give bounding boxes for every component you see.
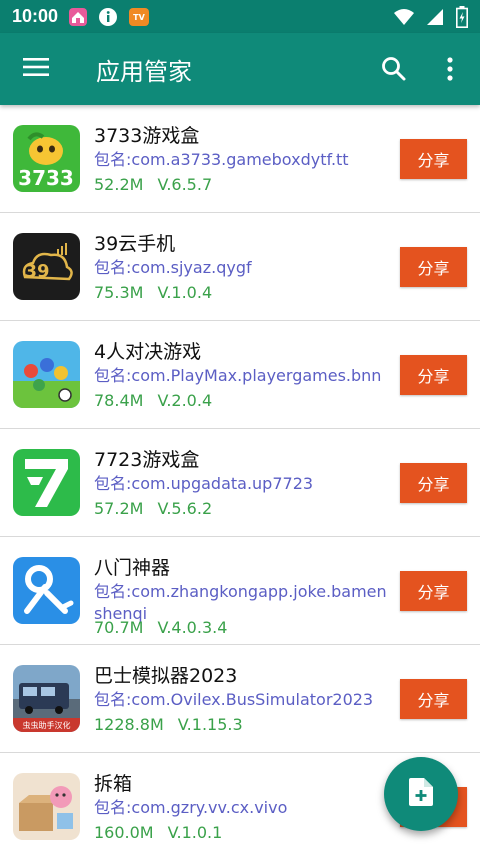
share-button[interactable]: 分享 [400, 679, 467, 719]
app-name: 3733游戏盒 [94, 125, 200, 147]
39-cloud-phone-icon: 39 [13, 233, 80, 300]
app-name: 八门神器 [94, 557, 171, 579]
menu-button[interactable] [0, 33, 72, 105]
app-meta: 78.4M V.2.0.4 [94, 391, 212, 410]
app-meta: 1228.8M V.1.15.3 [94, 715, 243, 734]
status-bar: 10:00 TV [0, 0, 480, 33]
app-size: 1228.8M [94, 715, 164, 734]
app-name: 39云手机 [94, 233, 176, 255]
info-icon [98, 7, 118, 27]
app-name: 4人对决游戏 [94, 341, 202, 363]
app-name: 7723游戏盒 [94, 449, 200, 471]
app-version: V.5.6.2 [157, 499, 213, 518]
app-name: 拆箱 [94, 773, 133, 795]
7723-game-box-icon [13, 449, 80, 516]
app-size: 70.7M [94, 618, 144, 637]
status-system-icons [394, 5, 468, 28]
app-version: V.1.0.1 [167, 823, 223, 842]
app-meta: 57.2M V.5.6.2 [94, 499, 212, 518]
four-player-game-icon [13, 341, 80, 408]
menu-icon [23, 57, 49, 81]
app-row: 3733 3733游戏盒 包名:com.a3733.gameboxdytf.tt… [0, 105, 480, 213]
battery-icon [456, 5, 468, 28]
3733-game-box-icon: 3733 [13, 125, 80, 192]
search-button[interactable] [372, 49, 416, 93]
app-row: 4人对决游戏 包名:com.PlayMax.playergames.bnn 78… [0, 321, 480, 429]
wifi-icon [394, 8, 414, 26]
share-button[interactable]: 分享 [400, 139, 467, 179]
app-package: 包名:com.Ovilex.BusSimulator2023 [94, 690, 374, 709]
app-package: 包名:com.gzry.vv.cx.vivo [94, 798, 288, 817]
app-meta: 52.2M V.6.5.7 [94, 175, 212, 194]
app-package: 包名:com.sjyaz.qygf [94, 258, 252, 277]
app-row: 八门神器 包名:com.zhangkongapp.joke.bamenshenq… [0, 537, 480, 645]
app-toolbar: 应用管家 [0, 33, 480, 105]
app-list[interactable]: 3733 3733游戏盒 包名:com.a3733.gameboxdytf.tt… [0, 105, 480, 853]
app-package: 包名:com.PlayMax.playergames.bnn [94, 366, 382, 385]
app-size: 52.2M [94, 175, 144, 194]
bamen-key-wrench-icon [13, 557, 80, 624]
status-notification-icons: TV [68, 6, 150, 28]
icon-caption: 虫虫助手汉化 [23, 720, 71, 730]
app-size: 75.3M [94, 283, 144, 302]
app-version: V.1.15.3 [177, 715, 243, 734]
svg-text:TV: TV [133, 13, 145, 22]
app-size: 160.0M [94, 823, 154, 842]
app-row: 虫虫助手汉化 巴士模拟器2023 包名:com.Ovilex.BusSimula… [0, 645, 480, 753]
svg-text:39: 39 [24, 261, 49, 282]
app-size: 57.2M [94, 499, 144, 518]
app-row: 7723游戏盒 包名:com.upgadata.up7723 57.2M V.5.… [0, 429, 480, 537]
app-version: V.6.5.7 [157, 175, 213, 194]
app-version: V.2.0.4 [157, 391, 213, 410]
status-time: 10:00 [12, 6, 59, 26]
app-package: 包名:com.upgadata.up7723 [94, 474, 314, 493]
share-button[interactable]: 分享 [400, 463, 467, 503]
tv-app-icon: TV [128, 6, 150, 28]
app-meta: 70.7M V.4.0.3.4 [94, 618, 227, 637]
share-button[interactable]: 分享 [400, 571, 467, 611]
app-row: 39 39云手机 包名:com.sjyaz.qygf 75.3M V.1.0.4 … [0, 213, 480, 321]
share-button[interactable]: 分享 [400, 355, 467, 395]
app-package: 包名:com.a3733.gameboxdytf.tt [94, 150, 349, 169]
add-file-fab[interactable] [384, 757, 458, 831]
app-version: V.1.0.4 [157, 283, 213, 302]
app-meta: 160.0M V.1.0.1 [94, 823, 222, 842]
more-vert-icon [447, 57, 453, 85]
signal-icon [426, 8, 444, 26]
app-meta: 75.3M V.1.0.4 [94, 283, 212, 302]
app-size: 78.4M [94, 391, 144, 410]
app-name: 巴士模拟器2023 [94, 665, 238, 687]
share-button[interactable]: 分享 [400, 247, 467, 287]
home-app-icon [68, 7, 88, 27]
svg-text:3733: 3733 [18, 166, 74, 190]
app-version: V.4.0.3.4 [157, 618, 228, 637]
bus-simulator-icon: 虫虫助手汉化 [13, 665, 80, 732]
more-options-button[interactable] [430, 49, 470, 93]
unpacking-icon [13, 773, 80, 840]
search-icon [381, 56, 407, 86]
page-title: 应用管家 [96, 57, 192, 86]
add-file-icon [409, 778, 433, 810]
